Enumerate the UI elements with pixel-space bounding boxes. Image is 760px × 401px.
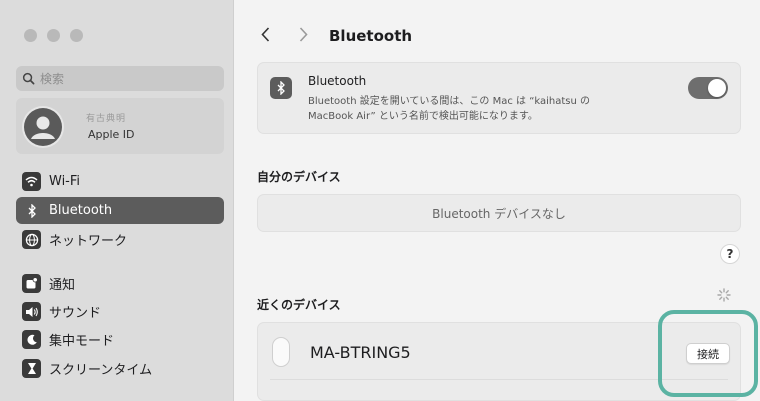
sidebar-item-label: Bluetooth — [49, 203, 113, 218]
bluetooth-setting-title: Bluetooth — [308, 74, 367, 88]
bluetooth-toggle[interactable] — [688, 77, 728, 99]
main-panel: Bluetooth Bluetooth Bluetooth 設定を開いている間は… — [235, 0, 760, 401]
device-name: MA-BTRING5 — [310, 343, 411, 362]
highlight-annotation — [658, 310, 758, 397]
window-controls — [24, 29, 83, 42]
account-name: 有古典明 — [86, 114, 127, 124]
sidebar-item-screen-time[interactable]: スクリーンタイム — [16, 355, 224, 382]
bluetooth-icon — [22, 201, 41, 220]
sidebar-item-bluetooth[interactable]: Bluetooth — [16, 197, 224, 224]
bluetooth-setting-description: Bluetooth 設定を開いている間は、この Mac は “kaihatsu … — [308, 96, 591, 107]
mouse-icon — [272, 337, 290, 367]
nearby-devices-heading: 近くのデバイス — [257, 298, 341, 312]
sidebar-item-network[interactable]: ネットワーク — [16, 226, 224, 253]
apple-id-account[interactable]: 有古典明 Apple ID — [16, 98, 224, 154]
globe-icon — [22, 230, 41, 249]
minimize-button[interactable] — [47, 29, 60, 42]
speaker-icon — [22, 302, 41, 321]
my-devices-heading: 自分のデバイス — [257, 170, 341, 184]
sidebar-item-label: ネットワーク — [49, 234, 128, 249]
notification-icon — [22, 274, 41, 293]
sidebar-item-label: スクリーンタイム — [49, 363, 153, 378]
hourglass-icon — [22, 359, 41, 378]
sidebar-item-sound[interactable]: サウンド — [16, 298, 224, 325]
close-button[interactable] — [24, 29, 37, 42]
spinner-icon — [717, 288, 731, 302]
apple-id-label: Apple ID — [88, 128, 135, 141]
sidebar-item-label: 集中モード — [49, 334, 115, 349]
search-field[interactable]: 検索 — [16, 66, 224, 91]
sidebar-item-label: Wi-Fi — [49, 174, 81, 189]
help-button[interactable]: ? — [720, 244, 740, 264]
no-devices-box: Bluetooth デバイスなし — [257, 194, 741, 232]
bluetooth-setting-description-2: MacBook Air” という名前で検出可能になります。 — [308, 111, 538, 122]
wifi-icon — [22, 172, 41, 191]
toggle-knob — [708, 79, 726, 97]
bluetooth-icon — [270, 77, 292, 99]
person-icon — [24, 108, 62, 146]
sidebar-item-label: 通知 — [49, 278, 76, 293]
sidebar-item-focus[interactable]: 集中モード — [16, 326, 224, 353]
avatar — [22, 106, 64, 148]
chevron-left-icon[interactable] — [257, 25, 273, 43]
sidebar-item-notifications[interactable]: 通知 — [16, 270, 224, 297]
sidebar: 検索 有古典明 Apple ID Wi-Fi Bluetooth ネットワーク … — [0, 0, 234, 401]
toolbar: Bluetooth — [235, 0, 760, 58]
moon-icon — [22, 330, 41, 349]
sidebar-item-label: サウンド — [49, 306, 102, 321]
chevron-right-icon[interactable] — [295, 25, 311, 43]
search-icon — [22, 72, 35, 85]
search-placeholder: 検索 — [40, 72, 65, 86]
page-title: Bluetooth — [329, 27, 413, 45]
sidebar-item-wifi[interactable]: Wi-Fi — [16, 168, 224, 195]
bluetooth-setting-card: Bluetooth Bluetooth 設定を開いている間は、この Mac は … — [257, 62, 741, 134]
zoom-button[interactable] — [70, 29, 83, 42]
